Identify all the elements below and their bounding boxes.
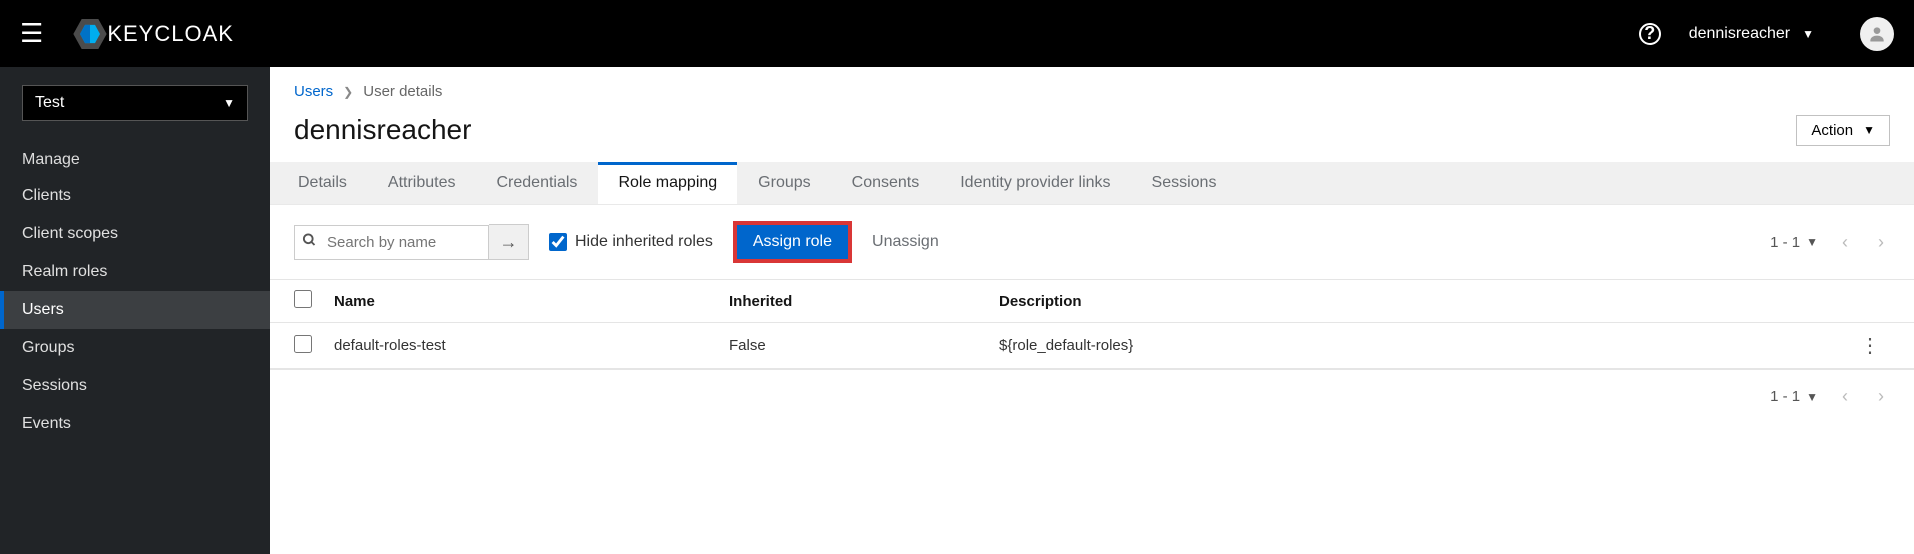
page-title: dennisreacher <box>294 114 471 146</box>
cell-name: default-roles-test <box>334 337 729 354</box>
column-header-description: Description <box>999 293 1860 310</box>
toolbar: → Hide inherited roles Assign role Unass… <box>270 205 1914 279</box>
pager-count-bottom[interactable]: 1 - 1 ▼ <box>1770 388 1818 405</box>
nav-section-title: Manage <box>0 139 270 177</box>
tabs: Details Attributes Credentials Role mapp… <box>270 162 1914 205</box>
unassign-button[interactable]: Unassign <box>872 233 939 251</box>
avatar[interactable] <box>1860 17 1894 51</box>
caret-down-icon: ▼ <box>1806 390 1818 404</box>
bottom-pager: 1 - 1 ▼ ‹ › <box>270 370 1914 423</box>
cell-description: ${role_default-roles} <box>999 337 1860 354</box>
pager-prev-icon[interactable]: ‹ <box>1836 232 1854 253</box>
sidebar-item-users[interactable]: Users <box>0 291 270 329</box>
search-box: → <box>294 224 529 260</box>
sidebar-item-clients[interactable]: Clients <box>0 177 270 215</box>
hamburger-menu-icon[interactable]: ☰ <box>20 18 43 49</box>
action-label: Action <box>1811 122 1853 139</box>
chevron-right-icon: ❯ <box>343 85 353 99</box>
tab-sessions[interactable]: Sessions <box>1132 162 1237 204</box>
tab-consents[interactable]: Consents <box>832 162 940 204</box>
user-menu[interactable]: dennisreacher ▼ <box>1689 25 1814 43</box>
column-header-name: Name <box>334 293 729 310</box>
app-header: ☰ KEYCLOAK ? dennisreacher ▼ <box>0 0 1914 67</box>
search-icon <box>302 233 317 252</box>
realm-selector[interactable]: Test ▼ <box>22 85 248 121</box>
breadcrumb-current: User details <box>363 83 442 100</box>
cell-inherited: False <box>729 337 999 354</box>
search-submit-button[interactable]: → <box>489 224 529 260</box>
pager-prev-icon[interactable]: ‹ <box>1836 386 1854 407</box>
brand-text: KEYCLOAK <box>107 21 234 47</box>
tab-details[interactable]: Details <box>278 162 367 204</box>
caret-down-icon: ▼ <box>1802 27 1814 41</box>
hide-inherited-label: Hide inherited roles <box>575 233 713 251</box>
roles-table: Name Inherited Description default-roles… <box>270 279 1914 370</box>
main-content: Users ❯ User details dennisreacher Actio… <box>270 67 1914 554</box>
caret-down-icon: ▼ <box>1806 235 1818 249</box>
help-icon[interactable]: ? <box>1639 23 1661 45</box>
pager-next-icon[interactable]: › <box>1872 386 1890 407</box>
select-all-checkbox[interactable] <box>294 290 312 308</box>
breadcrumb-users-link[interactable]: Users <box>294 83 333 100</box>
realm-name: Test <box>35 94 64 112</box>
hide-inherited-checkbox[interactable]: Hide inherited roles <box>549 233 713 251</box>
sidebar-item-groups[interactable]: Groups <box>0 329 270 367</box>
pager-count[interactable]: 1 - 1 ▼ <box>1770 234 1818 251</box>
username-label: dennisreacher <box>1689 25 1790 43</box>
caret-down-icon: ▼ <box>223 96 235 110</box>
tab-credentials[interactable]: Credentials <box>477 162 598 204</box>
tab-groups[interactable]: Groups <box>738 162 830 204</box>
sidebar-item-client-scopes[interactable]: Client scopes <box>0 215 270 253</box>
sidebar: Test ▼ Manage Clients Client scopes Real… <box>0 67 270 554</box>
table-header-row: Name Inherited Description <box>270 280 1914 323</box>
pager-next-icon[interactable]: › <box>1872 232 1890 253</box>
logo[interactable]: KEYCLOAK <box>73 19 234 49</box>
row-checkbox[interactable] <box>294 335 312 353</box>
assign-role-button[interactable]: Assign role <box>733 221 852 263</box>
action-dropdown[interactable]: Action ▼ <box>1796 115 1890 146</box>
caret-down-icon: ▼ <box>1863 123 1875 137</box>
search-input[interactable] <box>294 225 489 260</box>
breadcrumb: Users ❯ User details <box>270 67 1914 110</box>
sidebar-item-sessions[interactable]: Sessions <box>0 367 270 405</box>
keycloak-logo-icon <box>73 19 107 49</box>
table-row: default-roles-test False ${role_default-… <box>270 323 1914 369</box>
tab-identity-provider-links[interactable]: Identity provider links <box>940 162 1130 204</box>
tab-role-mapping[interactable]: Role mapping <box>598 162 737 204</box>
column-header-inherited: Inherited <box>729 293 999 310</box>
kebab-menu-icon[interactable]: ⋮ <box>1860 333 1890 358</box>
sidebar-item-realm-roles[interactable]: Realm roles <box>0 253 270 291</box>
hide-inherited-checkbox-input[interactable] <box>549 233 567 251</box>
tab-attributes[interactable]: Attributes <box>368 162 476 204</box>
sidebar-item-events[interactable]: Events <box>0 405 270 443</box>
